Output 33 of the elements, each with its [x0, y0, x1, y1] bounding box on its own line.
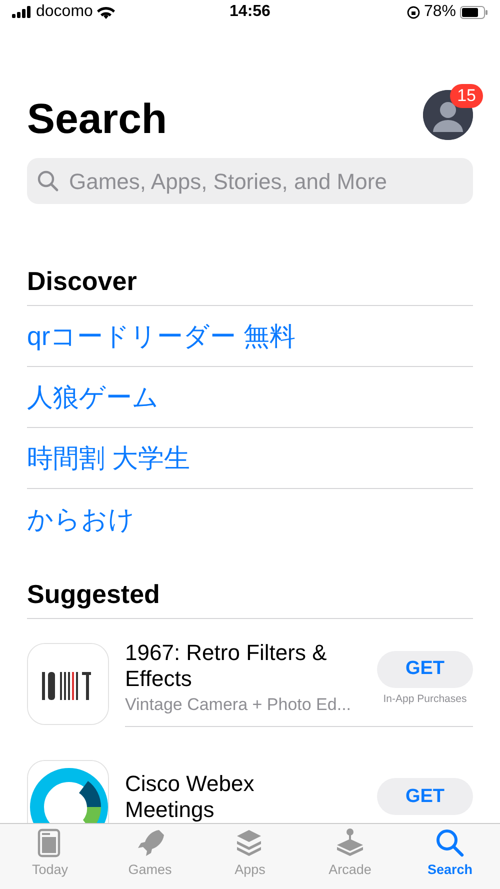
- tab-bar-item[interactable]: Arcade: [300, 824, 400, 889]
- notification-badge: 15: [450, 84, 483, 108]
- battery-icon: [460, 6, 488, 18]
- section-heading: Suggested: [27, 579, 161, 610]
- get-button[interactable]: GET: [377, 778, 473, 816]
- tab-bar-item[interactable]: Today: [0, 824, 100, 889]
- app-name: 1967: Retro Filters & Effects: [125, 640, 328, 692]
- search-bar[interactable]: Games, Apps, Stories, and More: [27, 158, 473, 204]
- tab-bar-item[interactable]: Games: [100, 824, 200, 889]
- app-icon: [28, 644, 108, 724]
- search-suggestion-link[interactable]: qrコードリーダー 無料: [27, 306, 473, 366]
- app-subtitle: Vintage Camera + Photo Ed...: [125, 694, 352, 716]
- search-suggestion-link[interactable]: 時間割 大学生: [27, 428, 473, 488]
- signal-icon: [12, 6, 32, 18]
- clock-time: 14:56: [230, 2, 270, 22]
- purchase-note: In-App Purchases: [383, 692, 467, 707]
- rocket-icon: [135, 828, 165, 858]
- search-input[interactable]: Games, Apps, Stories, and More: [67, 164, 463, 198]
- rotation-lock-icon: [406, 6, 420, 18]
- section-heading: Discover: [27, 266, 138, 298]
- search-icon: [37, 170, 59, 192]
- wifi-icon: [96, 6, 115, 18]
- app-name: Cisco Webex Meetings: [125, 770, 256, 823]
- get-button[interactable]: GET: [377, 650, 473, 688]
- battery-percent: 78%: [424, 2, 456, 22]
- joystick-icon: [335, 828, 365, 858]
- tab-bar-item[interactable]: Apps: [200, 824, 300, 889]
- search-suggestion-link[interactable]: からおけ: [27, 489, 473, 550]
- search-suggestion-link[interactable]: 人狼ゲーム: [27, 367, 473, 428]
- page-title: Search: [27, 94, 168, 144]
- tab-bar-item[interactable]: Search: [400, 824, 500, 889]
- search-icon: [435, 828, 465, 858]
- carrier-name: docomo: [36, 2, 93, 22]
